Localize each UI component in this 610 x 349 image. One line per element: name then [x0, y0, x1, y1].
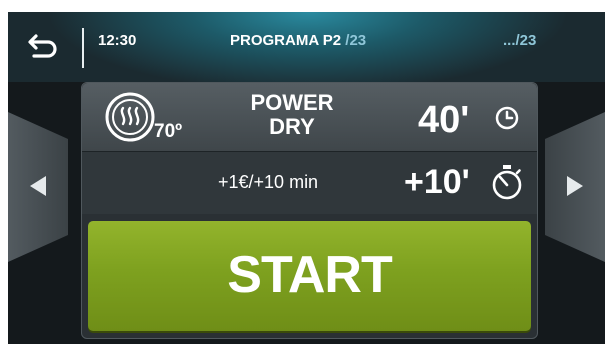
start-button[interactable]: START [88, 221, 531, 331]
clock-icon [495, 106, 519, 130]
program-duration: 40' [418, 99, 470, 141]
extra-time-row[interactable]: +1€/+10 min +10' [82, 151, 537, 214]
program-indicator: PROGRAMA P2 /23 [230, 32, 366, 49]
top-divider [82, 28, 84, 68]
stopwatch-icon [492, 165, 522, 200]
left-triangle-icon [30, 176, 46, 196]
tumble-dry-icon [105, 92, 155, 142]
program-name-line2: DRY [269, 114, 315, 139]
previous-program-button[interactable] [8, 112, 68, 262]
program-name: POWER DRY [227, 91, 357, 139]
back-button[interactable] [20, 28, 72, 62]
screen: 12:30 PROGRAMA P2 /23 .../23 70º POWER D… [8, 12, 605, 344]
page-total: /23 [515, 32, 537, 49]
extra-time-price: +1€/+10 min [218, 172, 319, 192]
right-triangle-icon [567, 176, 583, 196]
extra-time-value: +10' [404, 163, 470, 201]
program-count: /23 [341, 32, 367, 49]
program-info-row: 70º POWER DRY 40' [82, 83, 537, 151]
program-label: PROGRAMA P2 [230, 32, 342, 49]
page-ellipsis: ... [503, 32, 516, 49]
back-arrow-icon [28, 34, 57, 58]
top-bar: 12:30 PROGRAMA P2 /23 .../23 [8, 12, 605, 82]
start-button-label: START [227, 246, 392, 304]
next-program-button[interactable] [545, 112, 605, 262]
clock-time: 12:30 [98, 32, 137, 49]
program-name-line1: POWER [250, 90, 334, 115]
page-indicator: .../23 [503, 32, 536, 49]
temperature-value: 70º [154, 121, 183, 142]
program-panel: 70º POWER DRY 40' +1€/+10 min +10' START [81, 82, 538, 339]
